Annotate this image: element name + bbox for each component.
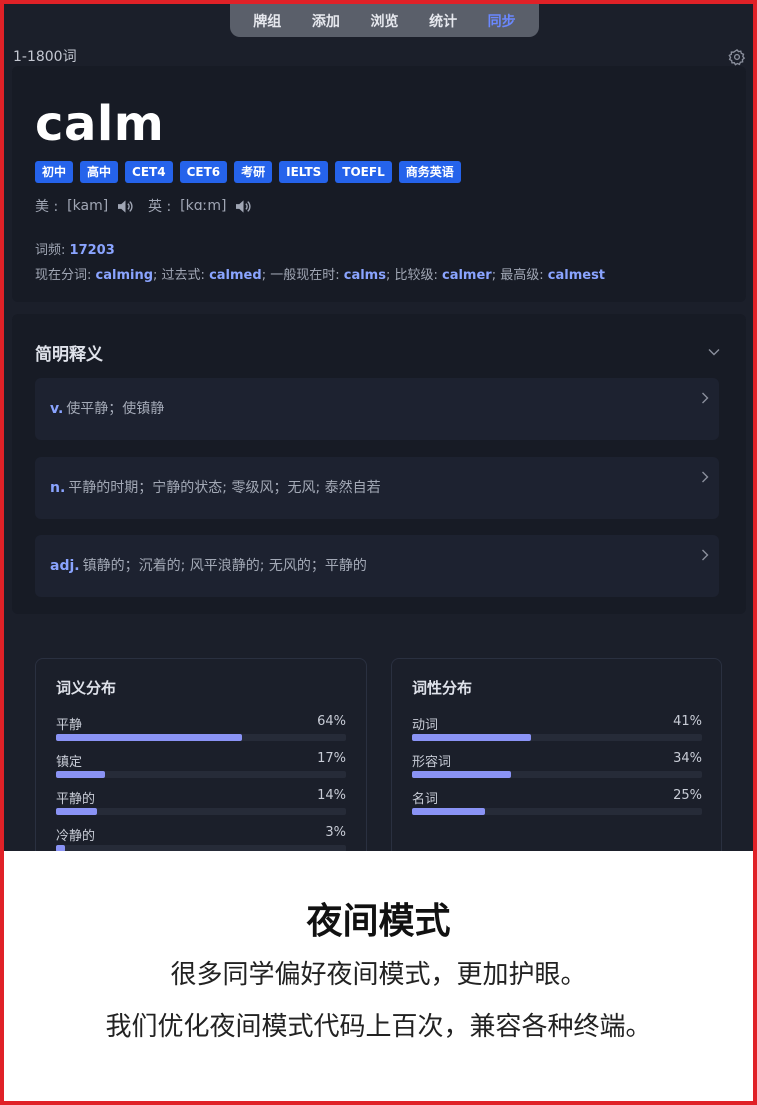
chevron-down-icon[interactable] <box>708 348 720 356</box>
stat-bar-track <box>56 845 346 851</box>
form-value: calmer <box>442 268 492 283</box>
uk-pronunciation: 英 : [kɑːm] <box>148 196 252 216</box>
definitions-card: 简明释义 v. 使平静；使镇静 n. 平静的时期；宁静的状态; 零级风；无风; 泰然… <box>12 314 746 614</box>
top-nav: 牌组 添加 浏览 统计 同步 <box>230 4 539 37</box>
word-forms: 现在分词: calming; 过去式: calmed; 一般现在时: calms… <box>35 268 606 283</box>
stat-percent: 14% <box>317 788 346 803</box>
headword: calm <box>35 96 165 152</box>
stat-bar-fill <box>56 771 106 778</box>
tag: 高中 <box>80 161 119 183</box>
form-label: 过去式: <box>161 268 205 283</box>
definition-pos: adj. <box>50 558 80 574</box>
speaker-icon[interactable] <box>235 199 252 214</box>
screenshot-frame: 牌组 添加 浏览 统计 同步 1-1800词 calm 初中 高中 CET4 C… <box>4 4 753 1101</box>
promo-title: 夜间模式 <box>306 901 451 942</box>
nav-add[interactable]: 添加 <box>312 11 340 31</box>
stat-bar-fill <box>412 771 511 778</box>
stat-label: 镇定 <box>56 755 83 770</box>
stat-bar-track <box>412 771 702 778</box>
definition-row[interactable]: adj. 镇静的；沉着的; 风平浪静的; 无风的；平静的 <box>35 535 719 597</box>
nav-browse[interactable]: 浏览 <box>370 11 398 31</box>
word-frequency: 词频: 17203 <box>35 239 115 258</box>
tag: IELTS <box>279 161 329 183</box>
definition-row[interactable]: n. 平静的时期；宁静的状态; 零级风；无风; 泰然自若 <box>35 457 719 519</box>
stat-bar-fill <box>56 734 242 741</box>
uk-phonetic: [kɑːm] <box>180 198 227 214</box>
sense-distribution-title: 词义分布 <box>56 679 117 697</box>
freq-value: 17203 <box>69 243 115 258</box>
stat-bar-fill <box>412 734 531 741</box>
stat-label: 冷静的 <box>56 829 96 844</box>
stat-percent: 25% <box>673 788 702 803</box>
stat-percent: 64% <box>317 714 346 729</box>
stat-bar-track <box>56 808 346 815</box>
pos-distribution-card: 词性分布 动词 41% 形容词 34% 名词 25% <box>391 658 722 851</box>
deck-name: 1-1800词 <box>13 49 77 65</box>
exam-tags: 初中 高中 CET4 CET6 考研 IELTS TOEFL 商务英语 <box>35 161 461 183</box>
form-value: calmed <box>209 268 262 283</box>
definition-meaning: 使平静；使镇静 <box>66 401 165 417</box>
form-value: calmest <box>547 268 606 283</box>
stat-percent: 3% <box>325 825 346 840</box>
stat-label: 动词 <box>412 718 439 733</box>
stat-bar-fill <box>56 845 65 851</box>
stat-percent: 34% <box>673 751 702 766</box>
definition-row[interactable]: v. 使平静；使镇静 <box>35 378 719 440</box>
sense-distribution-card: 词义分布 平静 64% 镇定 17% 平静的 14% 冷静的 3% <box>35 658 367 851</box>
nav-sync[interactable]: 同步 <box>488 11 516 31</box>
chevron-right-icon <box>702 392 709 404</box>
form-label: 最高级: <box>500 268 544 283</box>
speaker-icon[interactable] <box>117 199 134 214</box>
stat-label: 形容词 <box>412 755 452 770</box>
definition-text: adj. 镇静的；沉着的; 风平浪静的; 无风的；平静的 <box>50 555 367 575</box>
tag: CET4 <box>125 161 173 183</box>
stat-label: 平静 <box>56 718 83 733</box>
form-value: calms <box>343 268 386 283</box>
form-label: 现在分词: <box>35 268 92 283</box>
tag: TOEFL <box>335 161 392 183</box>
promo-line-2: 我们优化夜间模式代码上百次，兼容各种终端。 <box>105 1012 652 1042</box>
app-screen: 牌组 添加 浏览 统计 同步 1-1800词 calm 初中 高中 CET4 C… <box>4 4 753 851</box>
definition-pos: v. <box>50 401 64 417</box>
us-phonetic: [kam] <box>67 198 109 214</box>
stat-percent: 41% <box>673 714 702 729</box>
stat-bar-track <box>412 808 702 815</box>
definition-meaning: 镇静的；沉着的; 风平浪静的; 无风的；平静的 <box>82 558 367 574</box>
definition-text: n. 平静的时期；宁静的状态; 零级风；无风; 泰然自若 <box>50 477 381 497</box>
form-label: 比较级: <box>394 268 438 283</box>
uk-label: 英 : <box>148 199 172 215</box>
pos-distribution-title: 词性分布 <box>412 679 473 697</box>
nav-stats[interactable]: 统计 <box>429 11 457 31</box>
stat-bar-track <box>56 734 346 741</box>
gear-icon[interactable] <box>728 48 746 66</box>
us-label: 美 : <box>35 199 59 215</box>
stat-label: 平静的 <box>56 792 96 807</box>
word-card: calm 初中 高中 CET4 CET6 考研 IELTS TOEFL 商务英语… <box>12 66 746 302</box>
chevron-right-icon <box>702 471 709 483</box>
promo-line-1: 很多同学偏好夜间模式，更加护眼。 <box>170 960 587 990</box>
tag: 商务英语 <box>398 161 461 183</box>
stat-bar-fill <box>56 808 97 815</box>
tag: CET6 <box>179 161 228 183</box>
form-value: calming <box>95 268 154 283</box>
nav-decks[interactable]: 牌组 <box>253 11 281 31</box>
tag: 考研 <box>234 161 273 183</box>
stat-percent: 17% <box>317 751 346 766</box>
definition-meaning: 平静的时期；宁静的状态; 零级风；无风; 泰然自若 <box>68 480 381 496</box>
tag: 初中 <box>35 161 74 183</box>
freq-label: 词频: <box>35 243 66 258</box>
stat-bar-fill <box>412 808 485 815</box>
chevron-right-icon <box>702 549 709 561</box>
definition-text: v. 使平静；使镇静 <box>50 398 164 418</box>
stat-bar-track <box>412 734 702 741</box>
form-label: 一般现在时: <box>270 268 340 283</box>
definitions-title: 简明释义 <box>35 345 103 365</box>
us-pronunciation: 美 : [kam] <box>35 196 134 216</box>
stat-bar-track <box>56 771 346 778</box>
stat-label: 名词 <box>412 792 439 807</box>
definition-pos: n. <box>50 480 66 496</box>
